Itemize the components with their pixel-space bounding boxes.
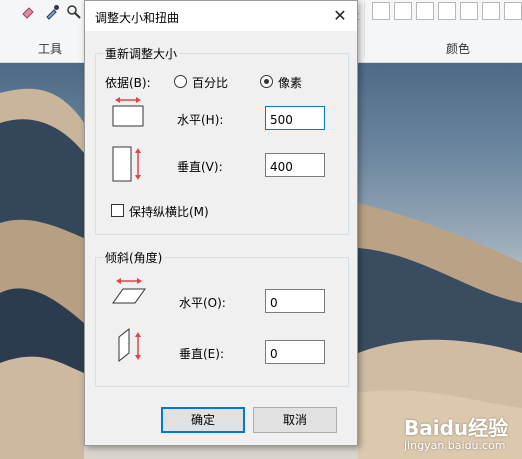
resize-vertical-label: 垂直(V): [177,160,223,174]
skew-vertical-label: 垂直(E): [179,347,224,361]
ok-button[interactable]: 确定 [161,407,245,433]
close-icon[interactable]: ✕ [329,5,351,27]
resize-skew-dialog: 调整大小和扭曲 ✕ 重新调整大小 依据(B): 百分比 像素 水平(H): 垂直… [84,0,358,446]
by-label: 依据(B): [105,76,151,90]
percent-radio[interactable] [174,75,187,88]
resize-horizontal-icon [112,97,144,127]
skew-vertical-icon [118,327,141,363]
dialog-title: 调整大小和扭曲 [95,11,180,25]
keep-aspect-ratio-label[interactable]: 保持纵横比(M) [129,203,209,220]
skew-horizontal-icon [112,278,146,304]
watermark-url: jingyan.baidu.com [404,439,506,452]
watermark-brand: Baidu经验 [404,416,509,440]
keep-aspect-ratio-checkbox[interactable] [111,204,124,217]
resize-horizontal-label: 水平(H): [177,113,224,127]
pixels-radio-label[interactable]: 像素 [278,74,302,91]
resize-horizontal-input[interactable] [265,106,325,130]
resize-vertical-input[interactable] [265,153,325,177]
dialog-titlebar[interactable]: 调整大小和扭曲 ✕ [85,1,357,31]
percent-radio-label[interactable]: 百分比 [192,74,228,91]
skew-group-legend: 倾斜(角度) [103,249,165,266]
pixels-radio[interactable] [260,75,273,88]
resize-group-legend: 重新调整大小 [103,45,180,62]
skew-vertical-input[interactable] [265,340,325,364]
resize-vertical-icon [112,146,141,182]
skew-horizontal-input[interactable] [265,289,325,313]
cancel-button[interactable]: 取消 [253,407,337,433]
skew-horizontal-label: 水平(O): [179,296,226,310]
baidu-watermark: Baidu经验 jingyan.baidu.com [404,412,508,452]
